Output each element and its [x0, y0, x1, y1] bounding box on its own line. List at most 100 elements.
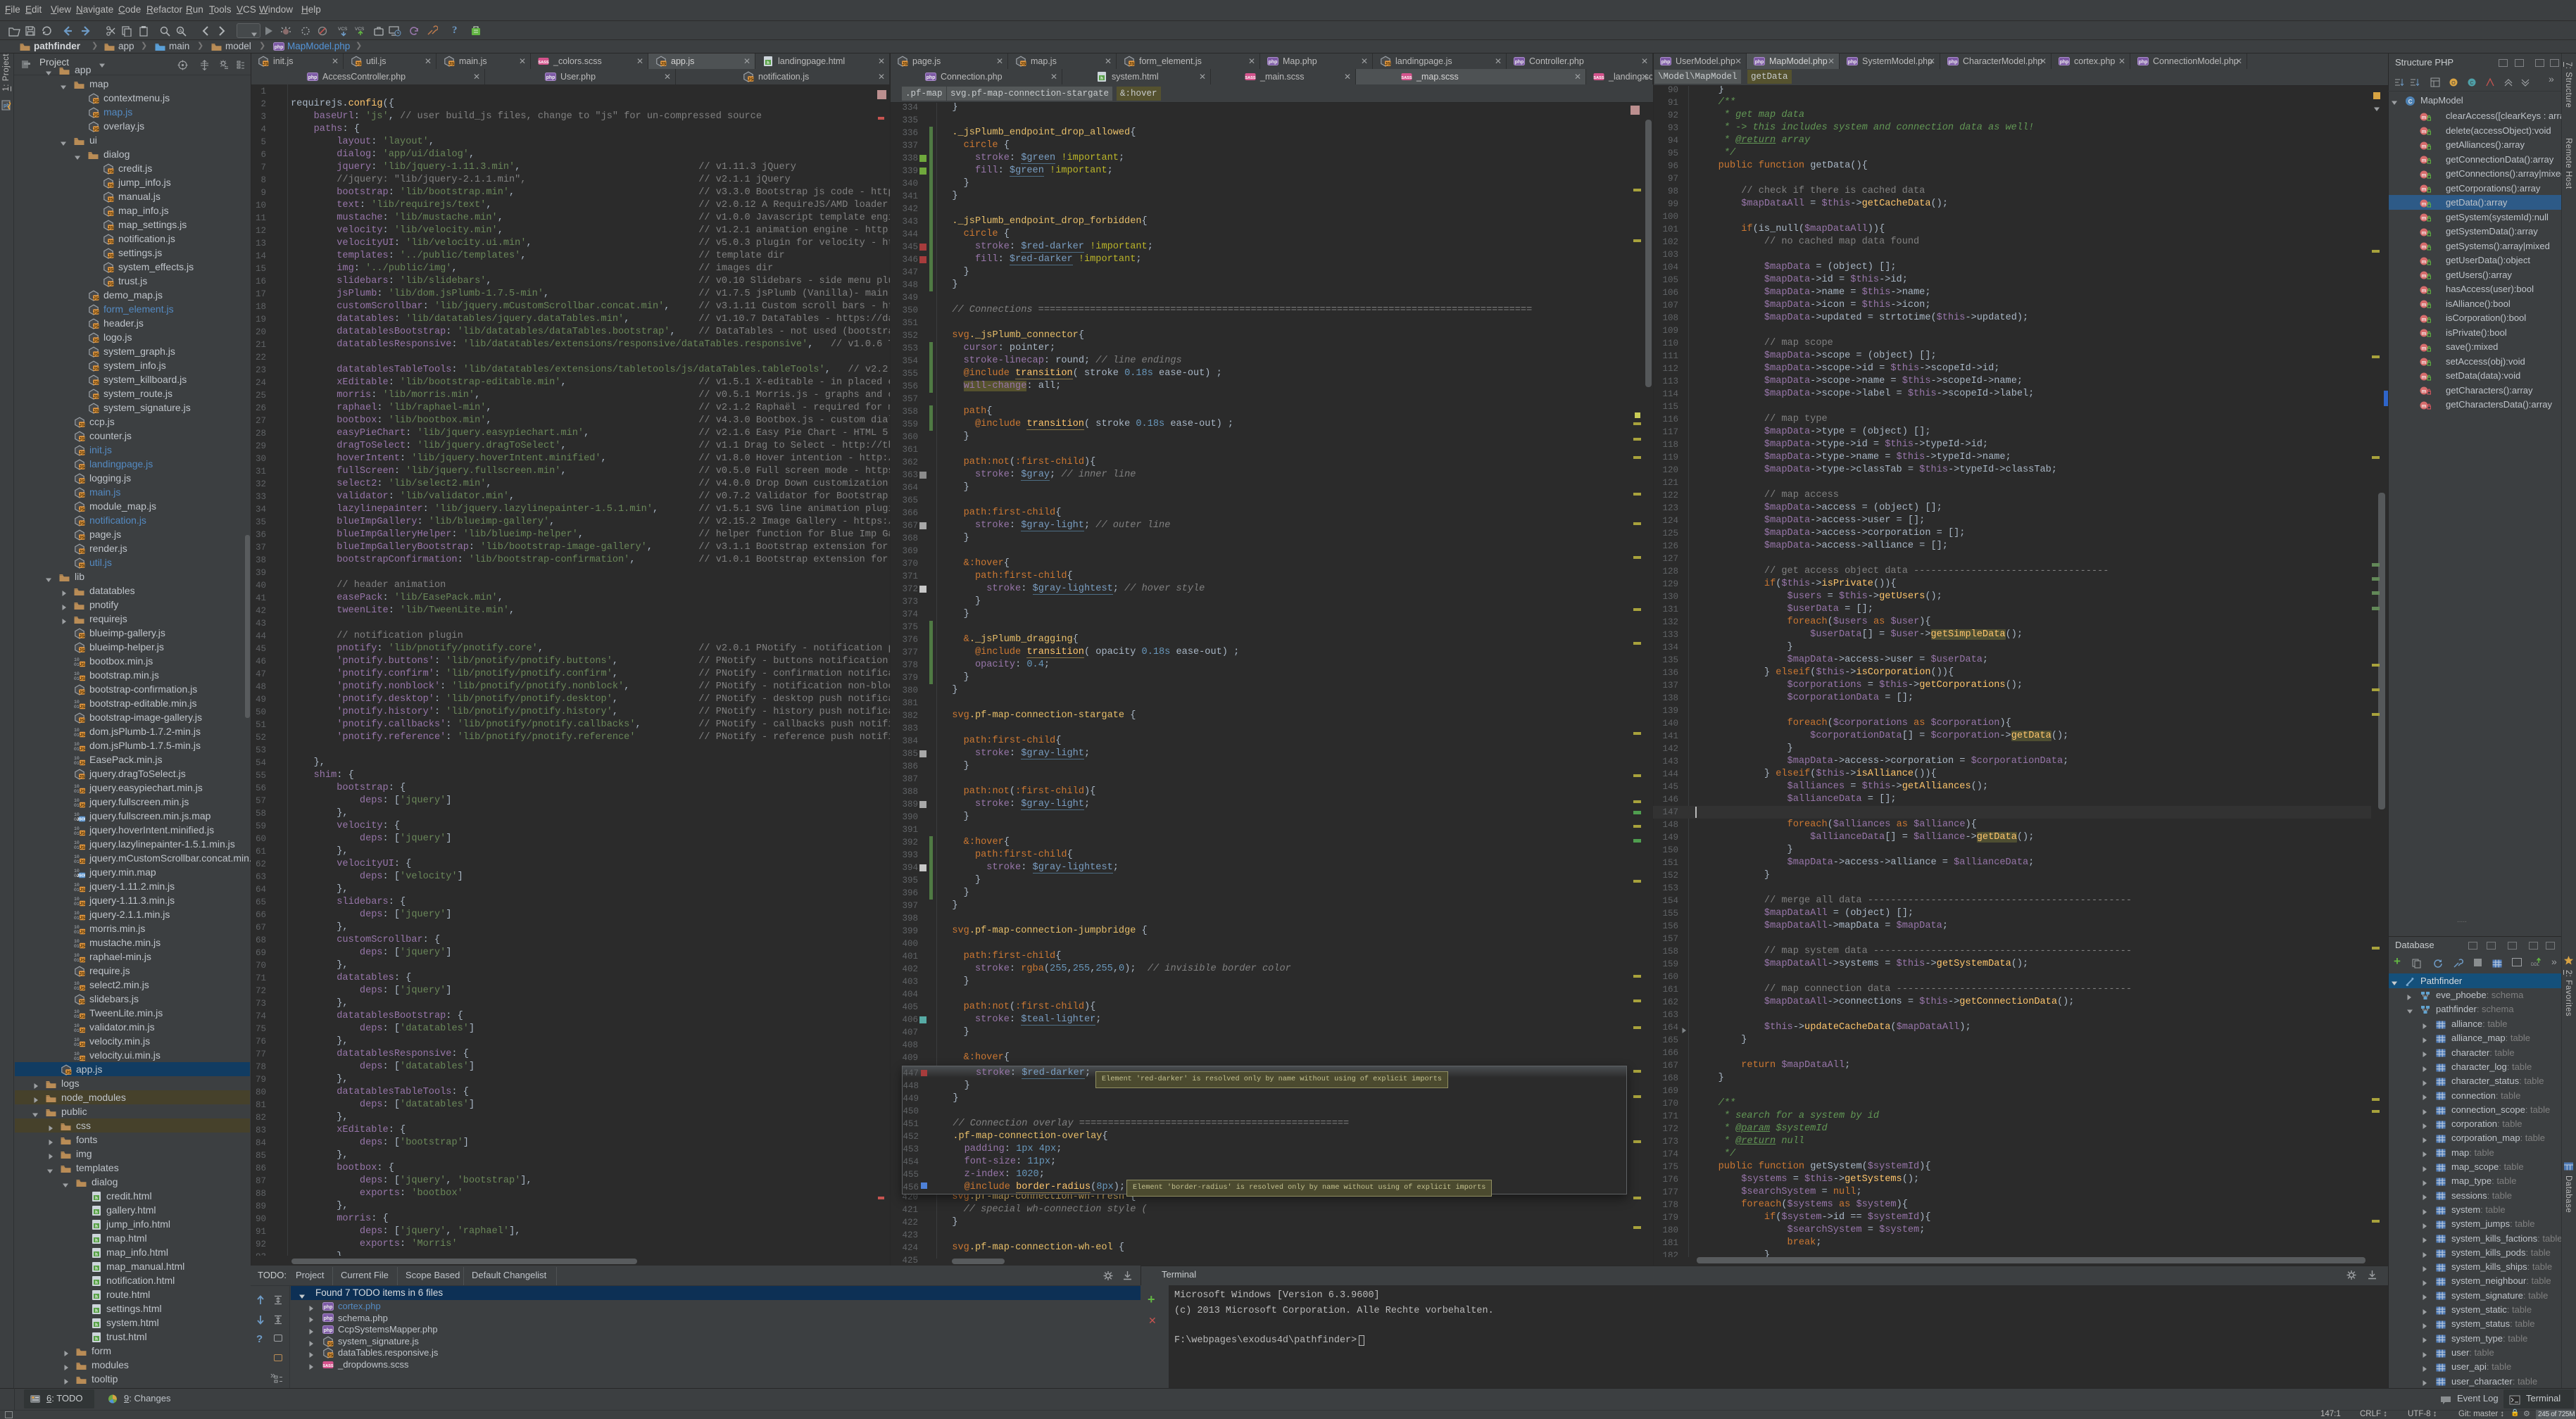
svg-text:JS: JS — [65, 1070, 72, 1075]
svg-text:JS: JS — [80, 705, 85, 710]
svg-text:php: php — [1848, 60, 1857, 65]
svg-text:JS: JS — [448, 61, 455, 66]
svg-text:JS: JS — [902, 61, 908, 66]
svg-text:10: 10 — [74, 1052, 80, 1057]
svg-text:JS: JS — [93, 366, 99, 371]
svg-text:m: m — [2422, 143, 2427, 149]
svg-text:php: php — [1661, 60, 1671, 65]
svg-text:10: 10 — [74, 700, 80, 705]
svg-text:10: 10 — [74, 812, 80, 817]
svg-text:JS: JS — [80, 1042, 85, 1047]
svg-text:h: h — [1100, 77, 1103, 81]
svg-text:JS: JS — [356, 61, 362, 66]
svg-text:php: php — [1949, 60, 1958, 65]
svg-text:php: php — [1755, 60, 1764, 65]
svg-text:JS: JS — [93, 99, 99, 103]
svg-text:SASS: SASS — [322, 1364, 334, 1368]
svg-text:JS: JS — [79, 718, 85, 723]
svg-text:m: m — [2422, 316, 2427, 322]
svg-text:DDL: DDL — [2531, 963, 2540, 967]
svg-text:SASS: SASS — [538, 61, 549, 65]
svg-text:h: h — [95, 1295, 98, 1299]
svg-text:JS: JS — [79, 690, 85, 695]
svg-text:JS: JS — [80, 888, 85, 893]
svg-text:A: A — [179, 29, 182, 34]
svg-text:JS: JS — [93, 394, 99, 399]
svg-text:h: h — [95, 1309, 98, 1313]
svg-text:O: O — [2451, 81, 2456, 86]
svg-text:m: m — [2422, 330, 2427, 336]
svg-text:10: 10 — [74, 742, 80, 747]
svg-text:JS: JS — [660, 61, 667, 66]
svg-text:JS: JS — [79, 521, 85, 526]
svg-text:10: 10 — [74, 981, 80, 986]
svg-text:10: 10 — [74, 657, 80, 662]
svg-text:JS: JS — [108, 267, 114, 272]
svg-text:m: m — [2422, 114, 2427, 120]
svg-text:VCS: VCS — [355, 27, 365, 32]
svg-text:JS: JS — [80, 803, 85, 808]
svg-text:JS: JS — [79, 774, 85, 779]
svg-text:JS: JS — [80, 733, 85, 738]
svg-text:JS: JS — [93, 310, 99, 315]
svg-text:10: 10 — [74, 897, 80, 902]
svg-text:php: php — [546, 75, 555, 80]
svg-text:JS: JS — [108, 282, 114, 286]
svg-text:m: m — [2422, 403, 2427, 409]
svg-text:10: 10 — [74, 756, 80, 761]
svg-text:JS: JS — [108, 169, 114, 174]
svg-text:JS: JS — [80, 1028, 85, 1033]
svg-text:h: h — [95, 1239, 98, 1243]
svg-text:JS: JS — [80, 859, 85, 864]
svg-text:JS: JS — [79, 436, 85, 441]
svg-text:JSON: JSON — [77, 874, 85, 878]
svg-text:10: 10 — [74, 671, 80, 676]
svg-text:php: php — [275, 45, 284, 50]
svg-text:m: m — [2422, 128, 2427, 134]
svg-text:JS: JS — [108, 211, 114, 216]
svg-text:JS: JS — [79, 549, 85, 554]
svg-text:h: h — [95, 1337, 98, 1342]
svg-text:h: h — [767, 61, 769, 65]
svg-text:JS: JS — [108, 197, 114, 202]
svg-text:JS: JS — [80, 761, 85, 766]
svg-text:JS: JS — [79, 450, 85, 455]
svg-text:php: php — [1269, 60, 1278, 65]
svg-text:JSON: JSON — [77, 817, 85, 821]
svg-text:JS: JS — [80, 1057, 85, 1061]
svg-text:m: m — [2422, 359, 2427, 365]
svg-text:SASS: SASS — [1245, 76, 1256, 80]
svg-text:php: php — [2060, 60, 2069, 65]
svg-text:h: h — [95, 1211, 98, 1215]
svg-text:JS: JS — [93, 113, 99, 118]
svg-text:JS: JS — [93, 338, 99, 343]
svg-text:m: m — [2422, 345, 2427, 351]
svg-text:JS: JS — [80, 845, 85, 850]
svg-text:JS: JS — [93, 127, 99, 132]
svg-text:JS: JS — [80, 789, 85, 794]
svg-text:JS: JS — [93, 324, 99, 329]
svg-text:php: php — [324, 1305, 333, 1310]
svg-text:SASS: SASS — [1593, 76, 1604, 80]
svg-text:php: php — [2139, 60, 2148, 65]
svg-text:JS: JS — [79, 479, 85, 484]
svg-text:m: m — [2422, 374, 2427, 380]
svg-text:JS: JS — [79, 507, 85, 512]
svg-text:10: 10 — [74, 911, 80, 916]
svg-text:JS: JS — [79, 633, 85, 638]
svg-text:h: h — [95, 1323, 98, 1327]
svg-text:JS: JS — [79, 465, 85, 469]
svg-text:10: 10 — [74, 925, 80, 930]
svg-text:10: 10 — [74, 883, 80, 888]
svg-text:JS: JS — [79, 971, 85, 976]
svg-text:m: m — [2422, 229, 2427, 236]
svg-text:10: 10 — [74, 784, 80, 789]
svg-text:m: m — [2422, 201, 2427, 207]
svg-text:10: 10 — [74, 1023, 80, 1028]
svg-text:php: php — [308, 75, 318, 80]
svg-text:php: php — [324, 1328, 333, 1333]
svg-text:10: 10 — [74, 798, 80, 803]
svg-text:h: h — [95, 1225, 98, 1229]
svg-text:m: m — [2422, 186, 2427, 192]
svg-text:JS: JS — [108, 239, 114, 244]
